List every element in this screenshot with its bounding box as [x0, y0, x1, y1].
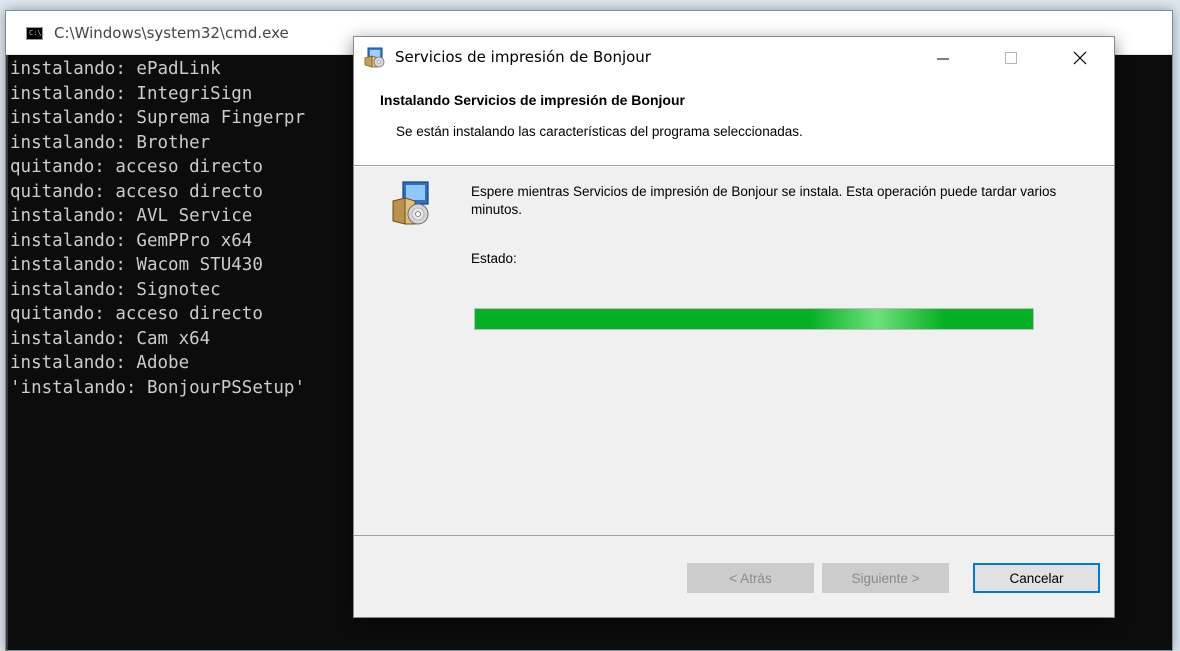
- console-icon-text: C:\.: [29, 29, 46, 37]
- minimize-icon: [937, 58, 949, 60]
- close-icon: [1073, 51, 1087, 65]
- cancel-button[interactable]: Cancelar: [973, 563, 1100, 593]
- maximize-button: [987, 37, 1033, 77]
- header-title: Instalando Servicios de impresión de Bon…: [380, 92, 685, 108]
- install-message: Espere mientras Servicios de impresión d…: [471, 184, 1057, 217]
- back-button: < Atrás: [687, 563, 814, 593]
- status-label: Estado:: [471, 251, 517, 266]
- dialog-header: Instalando Servicios de impresión de Bon…: [354, 77, 1114, 166]
- dialog-title-bar[interactable]: Servicios de impresión de Bonjour: [354, 37, 1114, 77]
- close-button[interactable]: [1057, 37, 1103, 77]
- maximize-icon: [1005, 52, 1017, 64]
- cmd-left-edge: [6, 55, 8, 650]
- install-progress-fill: [475, 309, 1033, 329]
- installer-app-icon: [364, 47, 385, 68]
- installer-cd-icon: [392, 181, 429, 225]
- installer-dialog[interactable]: Servicios de impresión de Bonjour Instal…: [353, 36, 1115, 618]
- install-progress-bar: [474, 308, 1034, 330]
- dialog-title: Servicios de impresión de Bonjour: [395, 48, 651, 66]
- dialog-content: Espere mientras Servicios de impresión d…: [354, 167, 1114, 535]
- cmd-window-title: C:\Windows\system32\cmd.exe: [54, 24, 289, 42]
- next-button: Siguiente >: [822, 563, 949, 593]
- dialog-footer: < Atrás Siguiente > Cancelar: [354, 535, 1114, 617]
- minimize-button[interactable]: [920, 37, 966, 77]
- header-subtitle: Se están instalando las características …: [396, 124, 803, 139]
- console-icon: C:\.: [26, 27, 46, 40]
